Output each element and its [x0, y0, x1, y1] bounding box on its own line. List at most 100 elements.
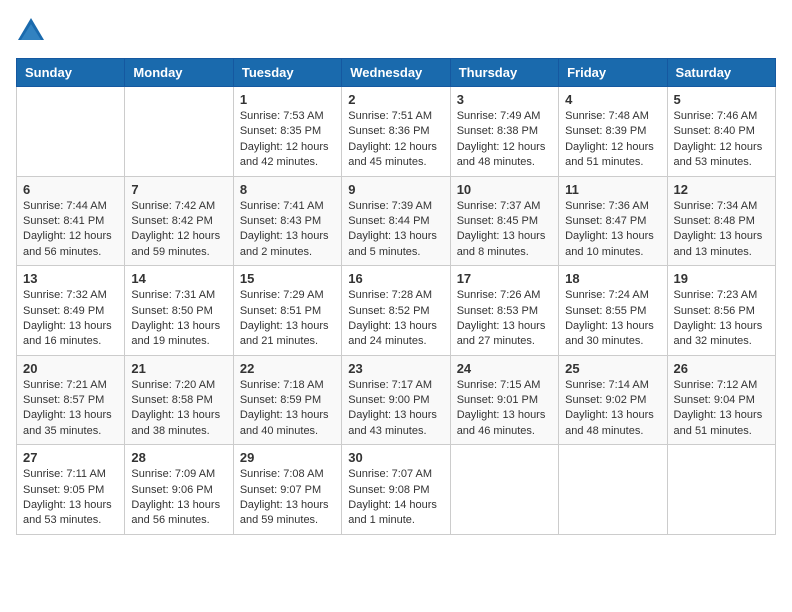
day-number: 1	[240, 92, 335, 107]
sunrise: Sunrise: 7:23 AM	[674, 289, 758, 301]
sunrise: Sunrise: 7:39 AM	[348, 200, 432, 212]
calendar-cell: 25 Sunrise: 7:14 AM Sunset: 9:02 PM Dayl…	[559, 355, 667, 445]
calendar-header-row: SundayMondayTuesdayWednesdayThursdayFrid…	[17, 59, 776, 87]
sunset: Sunset: 8:36 PM	[348, 125, 429, 137]
day-number: 19	[674, 271, 769, 286]
sunrise: Sunrise: 7:24 AM	[565, 289, 649, 301]
cell-content: Sunrise: 7:31 AM Sunset: 8:50 PM Dayligh…	[131, 288, 226, 350]
daylight: Daylight: 13 hours and 19 minutes.	[131, 320, 220, 347]
sunrise: Sunrise: 7:15 AM	[457, 379, 541, 391]
daylight: Daylight: 13 hours and 56 minutes.	[131, 499, 220, 526]
sunrise: Sunrise: 7:37 AM	[457, 200, 541, 212]
day-header-tuesday: Tuesday	[233, 59, 341, 87]
sunset: Sunset: 8:48 PM	[674, 215, 755, 227]
cell-content: Sunrise: 7:17 AM Sunset: 9:00 PM Dayligh…	[348, 378, 443, 440]
daylight: Daylight: 13 hours and 27 minutes.	[457, 320, 546, 347]
calendar-cell: 26 Sunrise: 7:12 AM Sunset: 9:04 PM Dayl…	[667, 355, 775, 445]
day-header-thursday: Thursday	[450, 59, 558, 87]
daylight: Daylight: 13 hours and 35 minutes.	[23, 409, 112, 436]
day-number: 25	[565, 361, 660, 376]
calendar-week-row: 20 Sunrise: 7:21 AM Sunset: 8:57 PM Dayl…	[17, 355, 776, 445]
sunrise: Sunrise: 7:34 AM	[674, 200, 758, 212]
calendar-cell	[125, 87, 233, 177]
daylight: Daylight: 13 hours and 13 minutes.	[674, 230, 763, 257]
daylight: Daylight: 12 hours and 53 minutes.	[674, 141, 763, 168]
day-number: 13	[23, 271, 118, 286]
daylight: Daylight: 12 hours and 48 minutes.	[457, 141, 546, 168]
daylight: Daylight: 13 hours and 48 minutes.	[565, 409, 654, 436]
cell-content: Sunrise: 7:34 AM Sunset: 8:48 PM Dayligh…	[674, 199, 769, 261]
sunset: Sunset: 9:04 PM	[674, 394, 755, 406]
calendar-cell: 14 Sunrise: 7:31 AM Sunset: 8:50 PM Dayl…	[125, 266, 233, 356]
sunrise: Sunrise: 7:48 AM	[565, 110, 649, 122]
cell-content: Sunrise: 7:41 AM Sunset: 8:43 PM Dayligh…	[240, 199, 335, 261]
sunrise: Sunrise: 7:14 AM	[565, 379, 649, 391]
daylight: Daylight: 13 hours and 24 minutes.	[348, 320, 437, 347]
cell-content: Sunrise: 7:12 AM Sunset: 9:04 PM Dayligh…	[674, 378, 769, 440]
calendar-cell: 30 Sunrise: 7:07 AM Sunset: 9:08 PM Dayl…	[342, 445, 450, 535]
sunset: Sunset: 9:07 PM	[240, 484, 321, 496]
sunset: Sunset: 8:39 PM	[565, 125, 646, 137]
sunrise: Sunrise: 7:07 AM	[348, 468, 432, 480]
sunset: Sunset: 8:52 PM	[348, 305, 429, 317]
sunset: Sunset: 8:50 PM	[131, 305, 212, 317]
day-number: 15	[240, 271, 335, 286]
daylight: Daylight: 13 hours and 21 minutes.	[240, 320, 329, 347]
daylight: Daylight: 12 hours and 51 minutes.	[565, 141, 654, 168]
calendar-cell: 17 Sunrise: 7:26 AM Sunset: 8:53 PM Dayl…	[450, 266, 558, 356]
day-number: 26	[674, 361, 769, 376]
day-number: 11	[565, 182, 660, 197]
sunset: Sunset: 9:08 PM	[348, 484, 429, 496]
calendar-cell: 18 Sunrise: 7:24 AM Sunset: 8:55 PM Dayl…	[559, 266, 667, 356]
day-header-wednesday: Wednesday	[342, 59, 450, 87]
calendar-cell: 3 Sunrise: 7:49 AM Sunset: 8:38 PM Dayli…	[450, 87, 558, 177]
sunrise: Sunrise: 7:49 AM	[457, 110, 541, 122]
daylight: Daylight: 13 hours and 30 minutes.	[565, 320, 654, 347]
calendar-cell: 10 Sunrise: 7:37 AM Sunset: 8:45 PM Dayl…	[450, 176, 558, 266]
calendar-cell: 5 Sunrise: 7:46 AM Sunset: 8:40 PM Dayli…	[667, 87, 775, 177]
day-number: 27	[23, 450, 118, 465]
sunset: Sunset: 8:55 PM	[565, 305, 646, 317]
day-number: 9	[348, 182, 443, 197]
day-number: 3	[457, 92, 552, 107]
calendar: SundayMondayTuesdayWednesdayThursdayFrid…	[16, 58, 776, 535]
sunrise: Sunrise: 7:42 AM	[131, 200, 215, 212]
sunrise: Sunrise: 7:46 AM	[674, 110, 758, 122]
day-number: 24	[457, 361, 552, 376]
day-number: 23	[348, 361, 443, 376]
cell-content: Sunrise: 7:49 AM Sunset: 8:38 PM Dayligh…	[457, 109, 552, 171]
calendar-cell: 29 Sunrise: 7:08 AM Sunset: 9:07 PM Dayl…	[233, 445, 341, 535]
cell-content: Sunrise: 7:18 AM Sunset: 8:59 PM Dayligh…	[240, 378, 335, 440]
daylight: Daylight: 12 hours and 56 minutes.	[23, 230, 112, 257]
sunset: Sunset: 9:05 PM	[23, 484, 104, 496]
daylight: Daylight: 13 hours and 51 minutes.	[674, 409, 763, 436]
sunrise: Sunrise: 7:28 AM	[348, 289, 432, 301]
daylight: Daylight: 13 hours and 40 minutes.	[240, 409, 329, 436]
sunrise: Sunrise: 7:11 AM	[23, 468, 106, 480]
cell-content: Sunrise: 7:37 AM Sunset: 8:45 PM Dayligh…	[457, 199, 552, 261]
sunset: Sunset: 9:01 PM	[457, 394, 538, 406]
calendar-cell	[667, 445, 775, 535]
logo-icon	[16, 16, 46, 46]
calendar-cell: 2 Sunrise: 7:51 AM Sunset: 8:36 PM Dayli…	[342, 87, 450, 177]
daylight: Daylight: 12 hours and 42 minutes.	[240, 141, 329, 168]
cell-content: Sunrise: 7:15 AM Sunset: 9:01 PM Dayligh…	[457, 378, 552, 440]
calendar-cell: 4 Sunrise: 7:48 AM Sunset: 8:39 PM Dayli…	[559, 87, 667, 177]
sunrise: Sunrise: 7:21 AM	[23, 379, 107, 391]
calendar-cell	[559, 445, 667, 535]
day-number: 5	[674, 92, 769, 107]
daylight: Daylight: 13 hours and 5 minutes.	[348, 230, 437, 257]
day-number: 28	[131, 450, 226, 465]
calendar-cell: 19 Sunrise: 7:23 AM Sunset: 8:56 PM Dayl…	[667, 266, 775, 356]
sunrise: Sunrise: 7:36 AM	[565, 200, 649, 212]
sunrise: Sunrise: 7:09 AM	[131, 468, 215, 480]
cell-content: Sunrise: 7:42 AM Sunset: 8:42 PM Dayligh…	[131, 199, 226, 261]
sunset: Sunset: 8:45 PM	[457, 215, 538, 227]
cell-content: Sunrise: 7:53 AM Sunset: 8:35 PM Dayligh…	[240, 109, 335, 171]
day-header-sunday: Sunday	[17, 59, 125, 87]
day-number: 17	[457, 271, 552, 286]
daylight: Daylight: 13 hours and 43 minutes.	[348, 409, 437, 436]
sunrise: Sunrise: 7:29 AM	[240, 289, 324, 301]
cell-content: Sunrise: 7:26 AM Sunset: 8:53 PM Dayligh…	[457, 288, 552, 350]
cell-content: Sunrise: 7:23 AM Sunset: 8:56 PM Dayligh…	[674, 288, 769, 350]
